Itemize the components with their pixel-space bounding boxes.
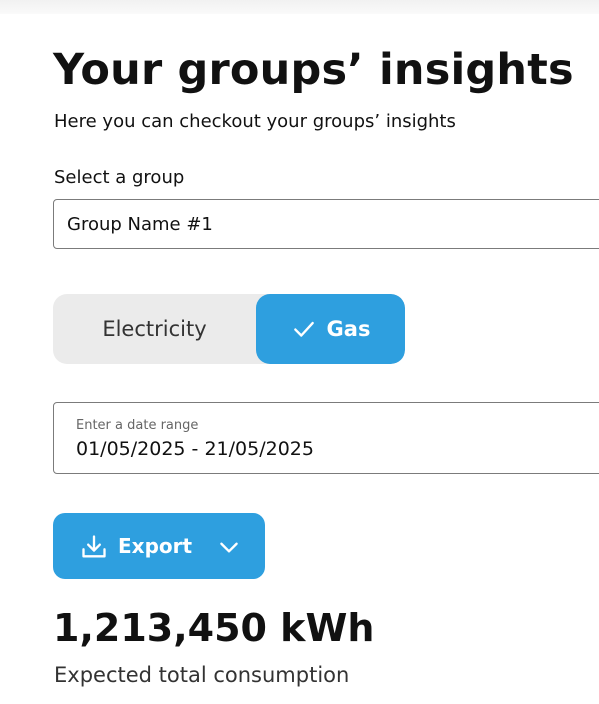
date-range-field[interactable]: Enter a date range 01/05/2025 - 21/05/20… <box>53 402 599 474</box>
date-range-value: 01/05/2025 - 21/05/2025 <box>76 438 314 460</box>
group-select-label: Select a group <box>54 167 185 188</box>
total-consumption-caption: Expected total consumption <box>54 663 350 687</box>
check-icon <box>293 321 314 337</box>
group-select-value: Group Name #1 <box>67 214 213 235</box>
toggle-electricity[interactable]: Electricity <box>53 294 256 364</box>
export-label: Export <box>118 534 193 558</box>
export-button[interactable]: Export <box>53 513 265 579</box>
total-consumption-value: 1,213,450 kWh <box>53 606 375 650</box>
group-select[interactable]: Group Name #1 <box>53 199 599 249</box>
top-bar <box>0 0 599 14</box>
energy-toggle: Electricity Gas <box>53 294 405 364</box>
page-title: Your groups’ insights <box>53 45 574 95</box>
toggle-gas[interactable]: Gas <box>256 294 405 364</box>
download-icon <box>82 535 106 558</box>
toggle-electricity-label: Electricity <box>102 317 207 341</box>
date-range-label: Enter a date range <box>76 418 199 433</box>
toggle-gas-label: Gas <box>326 317 371 341</box>
page-subtitle: Here you can checkout your groups’ insig… <box>54 111 456 132</box>
chevron-down-icon[interactable] <box>216 534 242 560</box>
